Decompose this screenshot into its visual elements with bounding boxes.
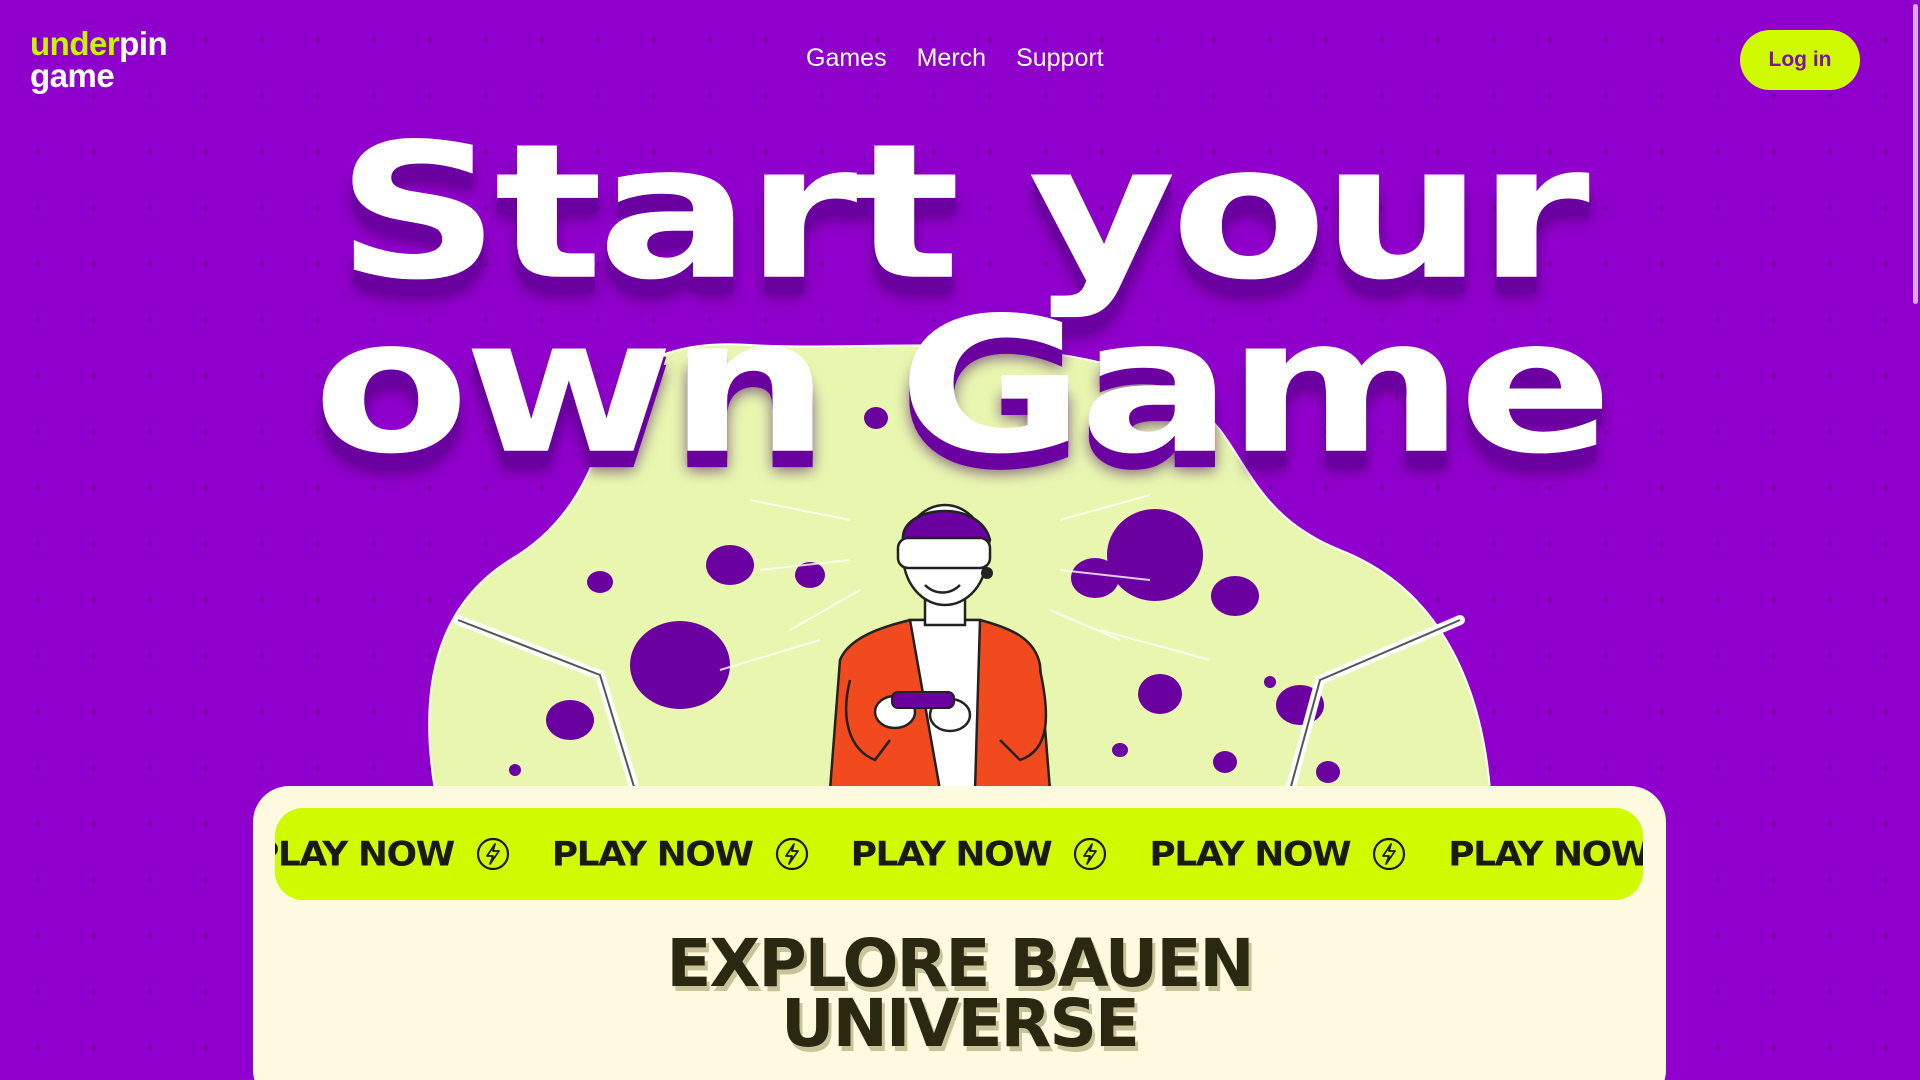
nav-support-link[interactable]: Support: [1016, 44, 1104, 73]
play-now-ticker[interactable]: PLAY NOW PLAY NOW PLAY NOW PLAY NOW PLAY…: [275, 808, 1643, 900]
main-nav: Games Merch Support: [806, 44, 1104, 73]
login-button[interactable]: Log in: [1740, 30, 1860, 90]
lightning-bolt-icon: [1373, 837, 1406, 871]
explore-card: PLAY NOW PLAY NOW PLAY NOW PLAY NOW PLAY…: [253, 786, 1666, 1080]
ticker-item[interactable]: PLAY NOW: [552, 834, 809, 875]
play-now-label: PLAY NOW: [275, 834, 455, 874]
site-logo[interactable]: underpin game: [30, 25, 168, 94]
ticker-item[interactable]: PLAY NOW: [275, 834, 510, 875]
ticker-track: PLAY NOW PLAY NOW PLAY NOW PLAY NOW PLAY…: [275, 808, 1643, 900]
nav-merch-link[interactable]: Merch: [917, 44, 986, 73]
play-now-label: PLAY NOW: [1149, 834, 1351, 874]
logo-line1: underpin: [30, 25, 168, 62]
play-now-label: PLAY NOW: [1448, 834, 1643, 874]
lightning-bolt-icon: [476, 837, 509, 871]
ticker-item[interactable]: PLAY NOW: [1448, 834, 1643, 875]
play-now-label: PLAY NOW: [850, 834, 1053, 874]
logo-line2: game: [30, 57, 115, 94]
play-now-label: PLAY NOW: [551, 834, 754, 874]
lightning-bolt-icon: [1074, 837, 1107, 871]
nav-games-link[interactable]: Games: [806, 44, 887, 73]
ticker-item[interactable]: PLAY NOW: [851, 834, 1108, 875]
ticker-item[interactable]: PLAY NOW: [1149, 834, 1406, 875]
lightning-bolt-icon: [775, 837, 808, 871]
section-title-line2: UNIVERSE: [781, 985, 1140, 1062]
hero-title-line2: own Game: [312, 276, 1613, 496]
section-title: EXPLORE BAUEN UNIVERSE: [253, 931, 1666, 1057]
